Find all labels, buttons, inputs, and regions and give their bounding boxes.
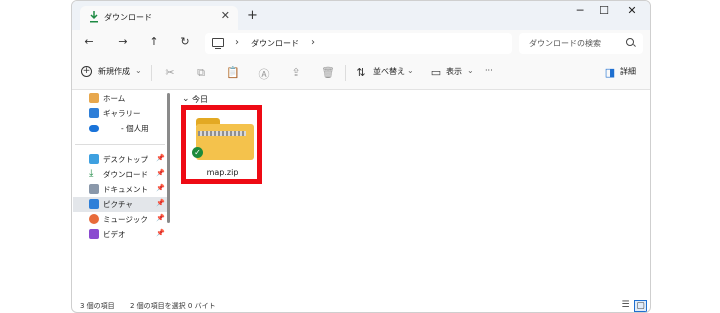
pin-icon[interactable]: 📌 — [156, 199, 165, 207]
pin-icon[interactable]: 📌 — [156, 154, 165, 162]
paste-icon[interactable]: 📋 — [226, 66, 240, 79]
chevron-down-icon[interactable]: ⌄ — [467, 66, 474, 75]
sidebar-scrollbar[interactable] — [167, 93, 170, 223]
video-icon — [89, 229, 99, 239]
delete-icon[interactable]: 🗑 — [321, 66, 335, 79]
new-tab-button[interactable]: + — [247, 8, 258, 23]
divider — [151, 65, 152, 81]
tab-close-button[interactable]: ✕ — [221, 9, 230, 22]
sidebar-item-label: ホーム — [103, 94, 126, 103]
tiles-view-button[interactable]: ▢ — [634, 300, 647, 312]
item-count: 3 個の項目 — [80, 302, 115, 310]
pc-icon — [212, 38, 224, 49]
search-icon — [626, 38, 634, 46]
details-pane-icon: ◨ — [604, 66, 616, 79]
view-icon: ▭ — [430, 66, 442, 79]
back-button[interactable]: ← — [81, 35, 97, 48]
rename-icon[interactable]: Ⓐ — [258, 66, 270, 81]
pin-icon[interactable]: 📌 — [156, 169, 165, 177]
sidebar-item-label: - 個人用 — [121, 124, 149, 133]
refresh-button[interactable]: ↻ — [177, 35, 193, 48]
highlight-box — [181, 105, 262, 184]
pin-icon[interactable]: 📌 — [156, 214, 165, 222]
title-bar: ダウンロード ✕ + ─ ☐ ✕ — [72, 1, 650, 30]
chevron-down-icon[interactable]: ⌄ — [135, 66, 142, 75]
share-icon[interactable]: ⇪ — [290, 66, 302, 79]
maximize-button[interactable]: ☐ — [593, 4, 615, 17]
address-bar[interactable]: › ダウンロード › — [205, 33, 512, 54]
sidebar-item-label: ダウンロード — [103, 170, 148, 179]
minimize-button[interactable]: ─ — [569, 4, 591, 17]
picture-icon — [89, 199, 99, 209]
close-window-button[interactable]: ✕ — [621, 4, 643, 17]
desktop-icon — [89, 154, 99, 164]
pin-icon[interactable]: 📌 — [156, 229, 165, 237]
sidebar-item-pictures[interactable]: ピクチャ 📌 — [73, 197, 169, 212]
tab-title: ダウンロード — [104, 13, 152, 22]
command-bar: + 新規作成 ⌄ ✂ ⧉ 📋 Ⓐ ⇪ 🗑 ⇅ 並べ替え ⌄ ▭ 表示 ⌄ ···… — [72, 57, 650, 90]
chevron-right-icon[interactable]: › — [235, 37, 239, 48]
download-icon: ⤓ — [89, 169, 99, 179]
up-button[interactable]: ↑ — [146, 35, 162, 48]
music-icon — [89, 214, 99, 224]
explorer-window: ダウンロード ✕ + ─ ☐ ✕ ← → ↑ ↻ › ダウンロード › ダウンロ… — [71, 0, 651, 313]
search-placeholder: ダウンロードの検索 — [529, 39, 601, 48]
selection-info: 2 個の項目を選択 0 バイト — [130, 302, 216, 310]
sidebar-item-gallery[interactable]: ギャラリー — [73, 106, 169, 121]
chevron-down-icon[interactable]: ⌄ — [182, 94, 190, 104]
sidebar-item-label: ピクチャ — [103, 200, 133, 209]
download-icon — [90, 11, 98, 23]
sidebar-item-videos[interactable]: ビデオ 📌 — [73, 227, 169, 242]
sidebar-item-label: ギャラリー — [103, 109, 141, 118]
divider — [345, 65, 346, 81]
sidebar-item-label: ビデオ — [103, 230, 126, 239]
details-view-button[interactable]: ☰ — [620, 300, 631, 310]
sidebar-item-onedrive[interactable]: - 個人用 — [73, 121, 169, 136]
search-input[interactable]: ダウンロードの検索 — [519, 33, 643, 54]
new-button[interactable]: 新規作成 — [98, 66, 130, 77]
view-button[interactable]: 表示 — [446, 66, 462, 77]
sort-button[interactable]: 並べ替え — [373, 66, 405, 77]
sidebar-item-label: ミュージック — [103, 215, 148, 224]
group-header-today[interactable]: 今日 — [192, 94, 208, 105]
tab-downloads[interactable]: ダウンロード ✕ — [80, 6, 238, 30]
breadcrumb-downloads[interactable]: ダウンロード — [251, 38, 299, 49]
status-bar: 3 個の項目 2 個の項目を選択 0 バイト ☰ ▢ — [72, 300, 650, 312]
sidebar-item-home[interactable]: ホーム — [73, 91, 169, 106]
sidebar-item-documents[interactable]: ドキュメント 📌 — [73, 182, 169, 197]
more-options-button[interactable]: ··· — [485, 66, 493, 75]
sort-icon: ⇅ — [356, 66, 366, 79]
chevron-down-icon[interactable]: ⌄ — [407, 66, 414, 75]
address-row: ← → ↑ ↻ › ダウンロード › ダウンロードの検索 — [72, 30, 650, 57]
sidebar-item-downloads[interactable]: ⤓ ダウンロード 📌 — [73, 167, 169, 182]
details-button[interactable]: 詳細 — [620, 66, 636, 77]
chevron-right-icon[interactable]: › — [311, 37, 315, 48]
document-icon — [89, 184, 99, 194]
cloud-icon — [89, 125, 99, 132]
cut-icon[interactable]: ✂ — [164, 66, 176, 79]
home-icon — [89, 93, 99, 103]
pin-icon[interactable]: 📌 — [156, 184, 165, 192]
gallery-icon — [89, 108, 99, 118]
sidebar-item-desktop[interactable]: デスクトップ 📌 — [73, 152, 169, 167]
navigation-pane: ホーム ギャラリー - 個人用 デスクトップ 📌 ⤓ ダウンロード 📌 ドキュメ… — [72, 90, 170, 300]
divider — [75, 144, 165, 145]
sidebar-item-label: ドキュメント — [103, 185, 148, 194]
file-list: ⌄ 今日 ✓ map.zip — [173, 90, 650, 300]
forward-button[interactable]: → — [115, 35, 131, 48]
copy-icon[interactable]: ⧉ — [195, 66, 207, 79]
sidebar-item-music[interactable]: ミュージック 📌 — [73, 212, 169, 227]
plus-circle-icon: + — [81, 66, 92, 77]
sidebar-item-label: デスクトップ — [103, 155, 148, 164]
